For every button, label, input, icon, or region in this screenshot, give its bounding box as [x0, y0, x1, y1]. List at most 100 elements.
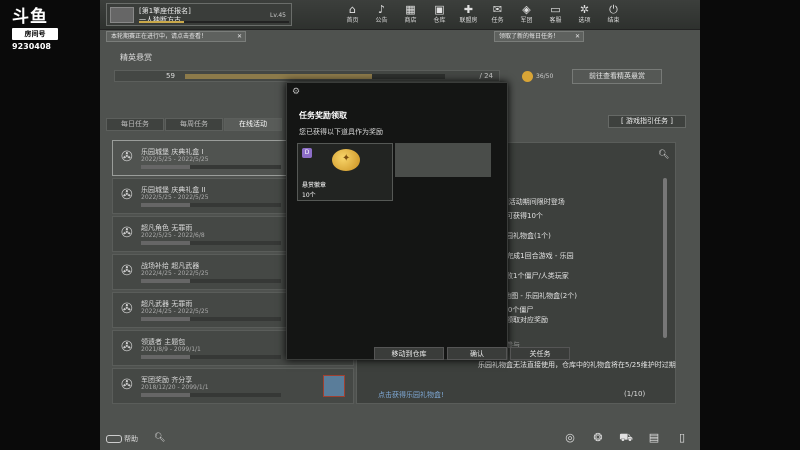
- task-date: 2022/4/25 - 2022/5/25: [141, 308, 209, 315]
- nav-label: 结束: [607, 17, 620, 24]
- task-date: 2022/5/25 - 2022/6/8: [141, 232, 205, 239]
- nav-power[interactable]: ⏻ 结束: [599, 2, 628, 28]
- nav-speaker[interactable]: ♪ 公告: [367, 2, 396, 28]
- soldier-icon: ✇: [121, 339, 133, 355]
- nav-store[interactable]: ▦ 商店: [396, 2, 425, 28]
- modal-footer: 移动到仓库 确认 关任务: [374, 347, 596, 363]
- soldier-icon: ✇: [121, 149, 133, 165]
- task-date: 2021/8/9 - 2099/1/1: [141, 346, 201, 353]
- close-task-button[interactable]: 关任务: [510, 347, 570, 360]
- ticker-text-right: 领取了新的每日任务！: [499, 33, 560, 40]
- reward-item-name: 悬赏徽章: [302, 182, 327, 189]
- modal-title: 任务奖励领取: [299, 111, 347, 120]
- gamepad-icon: ✚: [463, 3, 474, 16]
- modal-subtitle: 您已获得以下道具作为奖励: [299, 128, 383, 136]
- room-number: 9230408: [12, 42, 51, 51]
- reward-item-card[interactable]: D ✦ 悬赏徽章 10个: [297, 143, 393, 201]
- right-black-bar: [700, 0, 800, 450]
- help-label: 帮助: [124, 435, 138, 443]
- douyu-brand: 斗鱼: [12, 7, 48, 27]
- task-tabs: 每日任务 每周任务 在线活动: [106, 118, 283, 131]
- shield-icon: ◈: [522, 3, 531, 16]
- close-icon[interactable]: ✕: [237, 32, 242, 41]
- task-date: 2022/4/25 - 2022/5/25: [141, 270, 209, 277]
- reward-modal: ⚙ 任务奖励领取 您已获得以下道具作为奖励 D ✦ 悬赏徽章 10个: [286, 82, 508, 360]
- announcement-ticker[interactable]: 本轮期赛正在进行中，请点击查看！ ✕: [106, 31, 246, 42]
- nav-label: 仓库: [433, 17, 446, 24]
- speaker-icon: ♪: [377, 3, 386, 16]
- guide-task-button[interactable]: [ 游戏指引任务 ]: [608, 115, 686, 128]
- task-ticker[interactable]: 领取了新的每日任务！ ✕: [494, 31, 584, 42]
- nav-label: 客服: [549, 17, 562, 24]
- task-progress: [141, 317, 281, 321]
- coin-icon: [522, 71, 533, 82]
- search-icon[interactable]: 🔍︎: [154, 433, 165, 443]
- task-progress: [141, 203, 281, 207]
- home-icon: ⌂: [349, 3, 356, 16]
- power-icon: ⏻: [609, 3, 618, 16]
- player-info[interactable]: [第1擎座任报名] 一人独断方古 Lv.45: [106, 3, 292, 26]
- reward-item-qty: 10个: [302, 192, 316, 199]
- task-progress: [141, 355, 281, 359]
- nav-gear[interactable]: ✲ 选项: [570, 2, 599, 28]
- rarity-badge: D: [302, 148, 312, 158]
- cart-icon[interactable]: ⛟: [612, 431, 640, 446]
- coin-count: 36/50: [536, 73, 554, 80]
- nav-label: 商店: [404, 17, 417, 24]
- nav-inventory[interactable]: ▣ 仓库: [425, 2, 454, 28]
- task-item[interactable]: ✇ 军团奖励 齐分享 2018/12/20 - 2099/1/1: [112, 368, 354, 404]
- ticker-text: 本轮期赛正在进行中，请点击查看！: [111, 33, 208, 40]
- fire-icon[interactable]: ❂: [584, 431, 612, 446]
- coin-symbol-icon: ✦: [342, 153, 351, 164]
- douyu-logo: 斗鱼 房间号 9230408: [12, 8, 58, 51]
- store-icon: ▦: [405, 3, 416, 16]
- search-icon[interactable]: 🔍︎: [658, 150, 669, 160]
- player-name: 一人独断方古: [139, 16, 181, 24]
- help-button[interactable]: 帮助: [106, 434, 138, 444]
- task-date: 2022/5/25 - 2022/5/25: [141, 194, 209, 201]
- soldier-icon: ✇: [121, 301, 133, 317]
- gear-icon: ✲: [579, 3, 590, 16]
- bounty-progress: 59 / 24: [114, 70, 500, 82]
- soldier-icon: ✇: [121, 263, 133, 279]
- task-progress: [141, 279, 281, 283]
- bottom-icon-row: ◎ ❂ ⛟ ▤ ▯: [556, 431, 696, 446]
- soldier-icon: ✇: [121, 187, 133, 203]
- close-icon[interactable]: ✕: [575, 32, 580, 41]
- tab-daily[interactable]: 每日任务: [106, 118, 164, 131]
- move-to-inventory-button[interactable]: 移动到仓库: [374, 347, 444, 360]
- tab-online-events[interactable]: 在线活动: [224, 118, 282, 131]
- nav-home[interactable]: ⌂ 首页: [338, 2, 367, 28]
- monitor-icon: ▭: [550, 3, 561, 16]
- nav-gamepad[interactable]: ✚ 联盟房: [454, 2, 483, 28]
- bottom-link[interactable]: 点击获得乐园礼物盒!: [378, 390, 444, 400]
- calendar-icon[interactable]: ▤: [640, 431, 668, 446]
- soldier-icon: ✇: [121, 377, 133, 393]
- task-progress: [141, 165, 281, 169]
- nav-label: 公告: [375, 17, 388, 24]
- battery-icon[interactable]: ▯: [668, 431, 696, 446]
- header-overlay: [395, 143, 491, 177]
- bottom-bar: 帮助 🔍︎ ◎ ❂ ⛟ ▤ ▯: [100, 430, 700, 450]
- scrollbar[interactable]: [663, 178, 667, 338]
- confirm-button[interactable]: 确认: [447, 347, 507, 360]
- top-nav: ⌂ 首页 ♪ 公告 ▦ 商店 ▣ 仓库 ✚ 联盟房 ✉ 任务 ◈ 军团 ▭ 客服 ✲ 选项 ⏻ 结束: [338, 2, 628, 28]
- nav-label: 任务: [491, 17, 504, 24]
- task-progress: [141, 241, 281, 245]
- player-level: Lv.45: [270, 12, 286, 19]
- nav-monitor[interactable]: ▭ 客服: [541, 2, 570, 28]
- goto-bounty-button[interactable]: 前往查看精英悬赏: [572, 69, 662, 84]
- nav-label: 军团: [520, 17, 533, 24]
- progress-value: 59: [166, 72, 175, 80]
- task-date: 2018/12/20 - 2099/1/1: [141, 384, 209, 391]
- nav-label: 联盟房: [459, 17, 478, 24]
- mail-icon: ✉: [492, 3, 503, 16]
- page-title: 精英悬赏: [120, 53, 152, 62]
- task-progress: [141, 393, 281, 397]
- nav-shield[interactable]: ◈ 军团: [512, 2, 541, 28]
- game-screen: [第1擎座任报名] 一人独断方古 Lv.45 ⌂ 首页 ♪ 公告 ▦ 商店 ▣ 仓库 ✚ 联盟房 ✉…: [100, 0, 700, 450]
- left-black-bar: 斗鱼 房间号 9230408: [0, 0, 100, 450]
- compass-icon[interactable]: ◎: [556, 431, 584, 446]
- tab-weekly[interactable]: 每周任务: [165, 118, 223, 131]
- nav-mail[interactable]: ✉ 任务: [483, 2, 512, 28]
